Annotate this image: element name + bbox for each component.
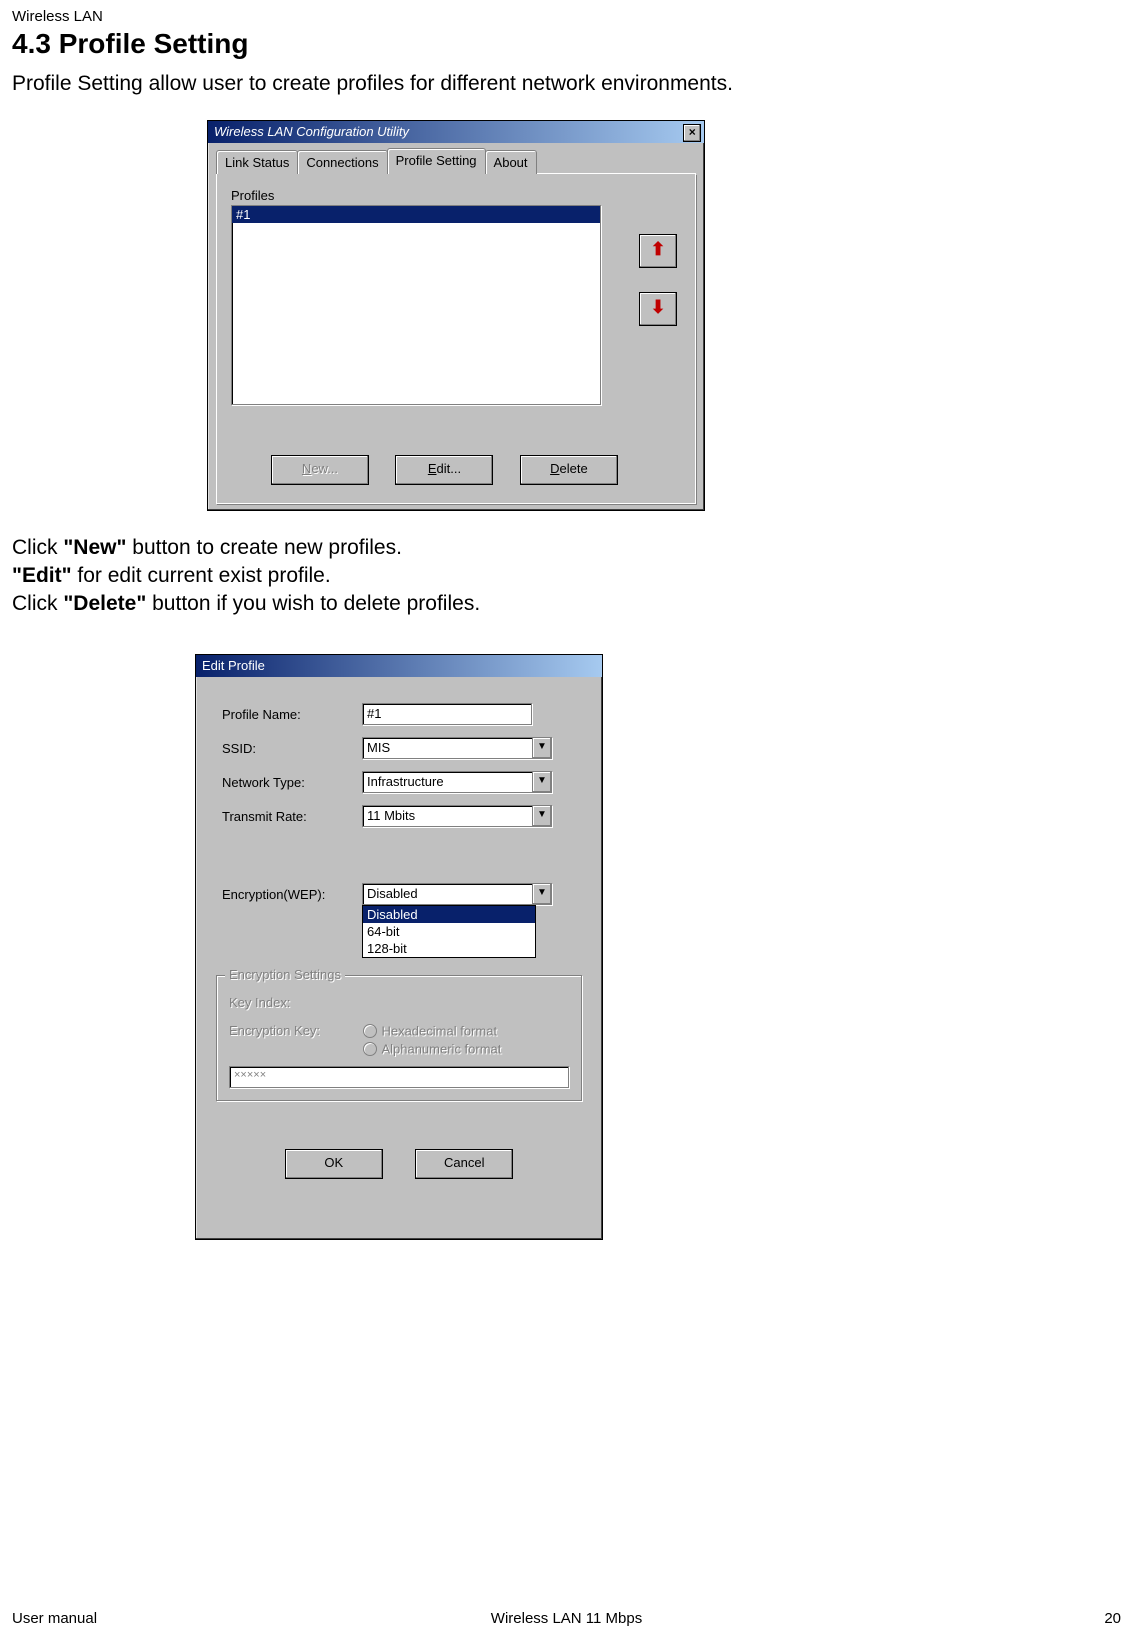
cancel-button[interactable]: Cancel	[415, 1149, 513, 1179]
profile-name-label: Profile Name:	[222, 707, 362, 722]
button-row: New... Edit... Delete	[271, 455, 640, 485]
footer-center: Wireless LAN 11 Mbps	[0, 1610, 1133, 1627]
edit-dialog-title: Edit Profile	[202, 658, 265, 673]
tab-strip: Link StatusConnectionsProfile SettingAbo…	[216, 149, 696, 174]
section-title: 4.3 Profile Setting	[12, 28, 249, 60]
ok-button[interactable]: OK	[285, 1149, 383, 1179]
wep-option-64[interactable]: 64-bit	[363, 923, 535, 940]
encryption-key-field[interactable]: ×××××	[229, 1066, 569, 1088]
close-icon[interactable]: ×	[683, 124, 701, 142]
profiles-listbox[interactable]: #1	[231, 205, 601, 405]
form-area: Profile Name: #1 SSID: MIS ▼ Network Typ…	[196, 677, 602, 927]
transmit-rate-label: Transmit Rate:	[222, 809, 362, 824]
encryption-dropdown-list[interactable]: Disabled 64-bit 128-bit	[362, 905, 536, 958]
config-utility-dialog: Wireless LAN Configuration Utility × Lin…	[207, 120, 705, 511]
hex-radio	[363, 1024, 377, 1038]
key-index-label: Key Index:	[229, 995, 359, 1010]
group-title: Encryption Settings	[225, 967, 345, 982]
chevron-down-icon[interactable]: ▼	[532, 772, 551, 792]
chevron-down-icon[interactable]: ▼	[532, 738, 551, 758]
alpha-radio-label: Alphanumeric format	[381, 1041, 501, 1056]
move-up-button[interactable]: ⬆	[639, 234, 677, 268]
chevron-down-icon[interactable]: ▼	[532, 806, 551, 826]
edit-dialog-titlebar: Edit Profile	[196, 655, 602, 677]
alpha-radio	[363, 1042, 377, 1056]
tab-connections[interactable]: Connections	[297, 150, 387, 174]
profile-name-field[interactable]: #1	[362, 703, 532, 725]
list-item[interactable]: #1	[232, 206, 600, 223]
tab-about[interactable]: About	[485, 150, 537, 174]
network-type-combo[interactable]: Infrastructure ▼	[362, 771, 552, 793]
edit-profile-dialog: Edit Profile Profile Name: #1 SSID: MIS …	[195, 654, 603, 1240]
delete-button[interactable]: Delete	[520, 455, 618, 485]
intro-text: Profile Setting allow user to create pro…	[12, 72, 733, 96]
transmit-rate-combo[interactable]: 11 Mbits ▼	[362, 805, 552, 827]
encryption-combo[interactable]: Disabled ▼ Disabled 64-bit 128-bit	[362, 883, 552, 905]
hex-radio-label: Hexadecimal format	[381, 1023, 497, 1038]
dialog-titlebar: Wireless LAN Configuration Utility ×	[208, 121, 704, 143]
encryption-key-label: Encryption Key:	[229, 1023, 359, 1038]
ssid-combo[interactable]: MIS ▼	[362, 737, 552, 759]
wep-option-128[interactable]: 128-bit	[363, 940, 535, 957]
chevron-down-icon[interactable]: ▼	[532, 884, 551, 904]
instruction-text: Click "New" button to create new profile…	[12, 534, 480, 618]
edit-button[interactable]: Edit...	[395, 455, 493, 485]
encryption-settings-group: Encryption Settings Key Index: Encryptio…	[216, 975, 582, 1101]
footer-right: 20	[1104, 1610, 1121, 1627]
ssid-label: SSID:	[222, 741, 362, 756]
new-button[interactable]: New...	[271, 455, 369, 485]
move-down-button[interactable]: ⬇	[639, 292, 677, 326]
tab-link-status[interactable]: Link Status	[216, 150, 298, 174]
tab-panel: Profiles #1 ⬆ ⬇ New... Edit... Delete	[216, 174, 696, 504]
network-type-label: Network Type:	[222, 775, 362, 790]
tab-profile-setting[interactable]: Profile Setting	[387, 148, 486, 174]
page-header: Wireless LAN	[12, 8, 103, 25]
encryption-label: Encryption(WEP):	[222, 887, 362, 902]
dialog-title: Wireless LAN Configuration Utility	[214, 124, 409, 139]
wep-option-disabled[interactable]: Disabled	[363, 906, 535, 923]
profiles-label: Profiles	[231, 188, 681, 203]
ok-cancel-row: OK Cancel	[196, 1149, 602, 1179]
